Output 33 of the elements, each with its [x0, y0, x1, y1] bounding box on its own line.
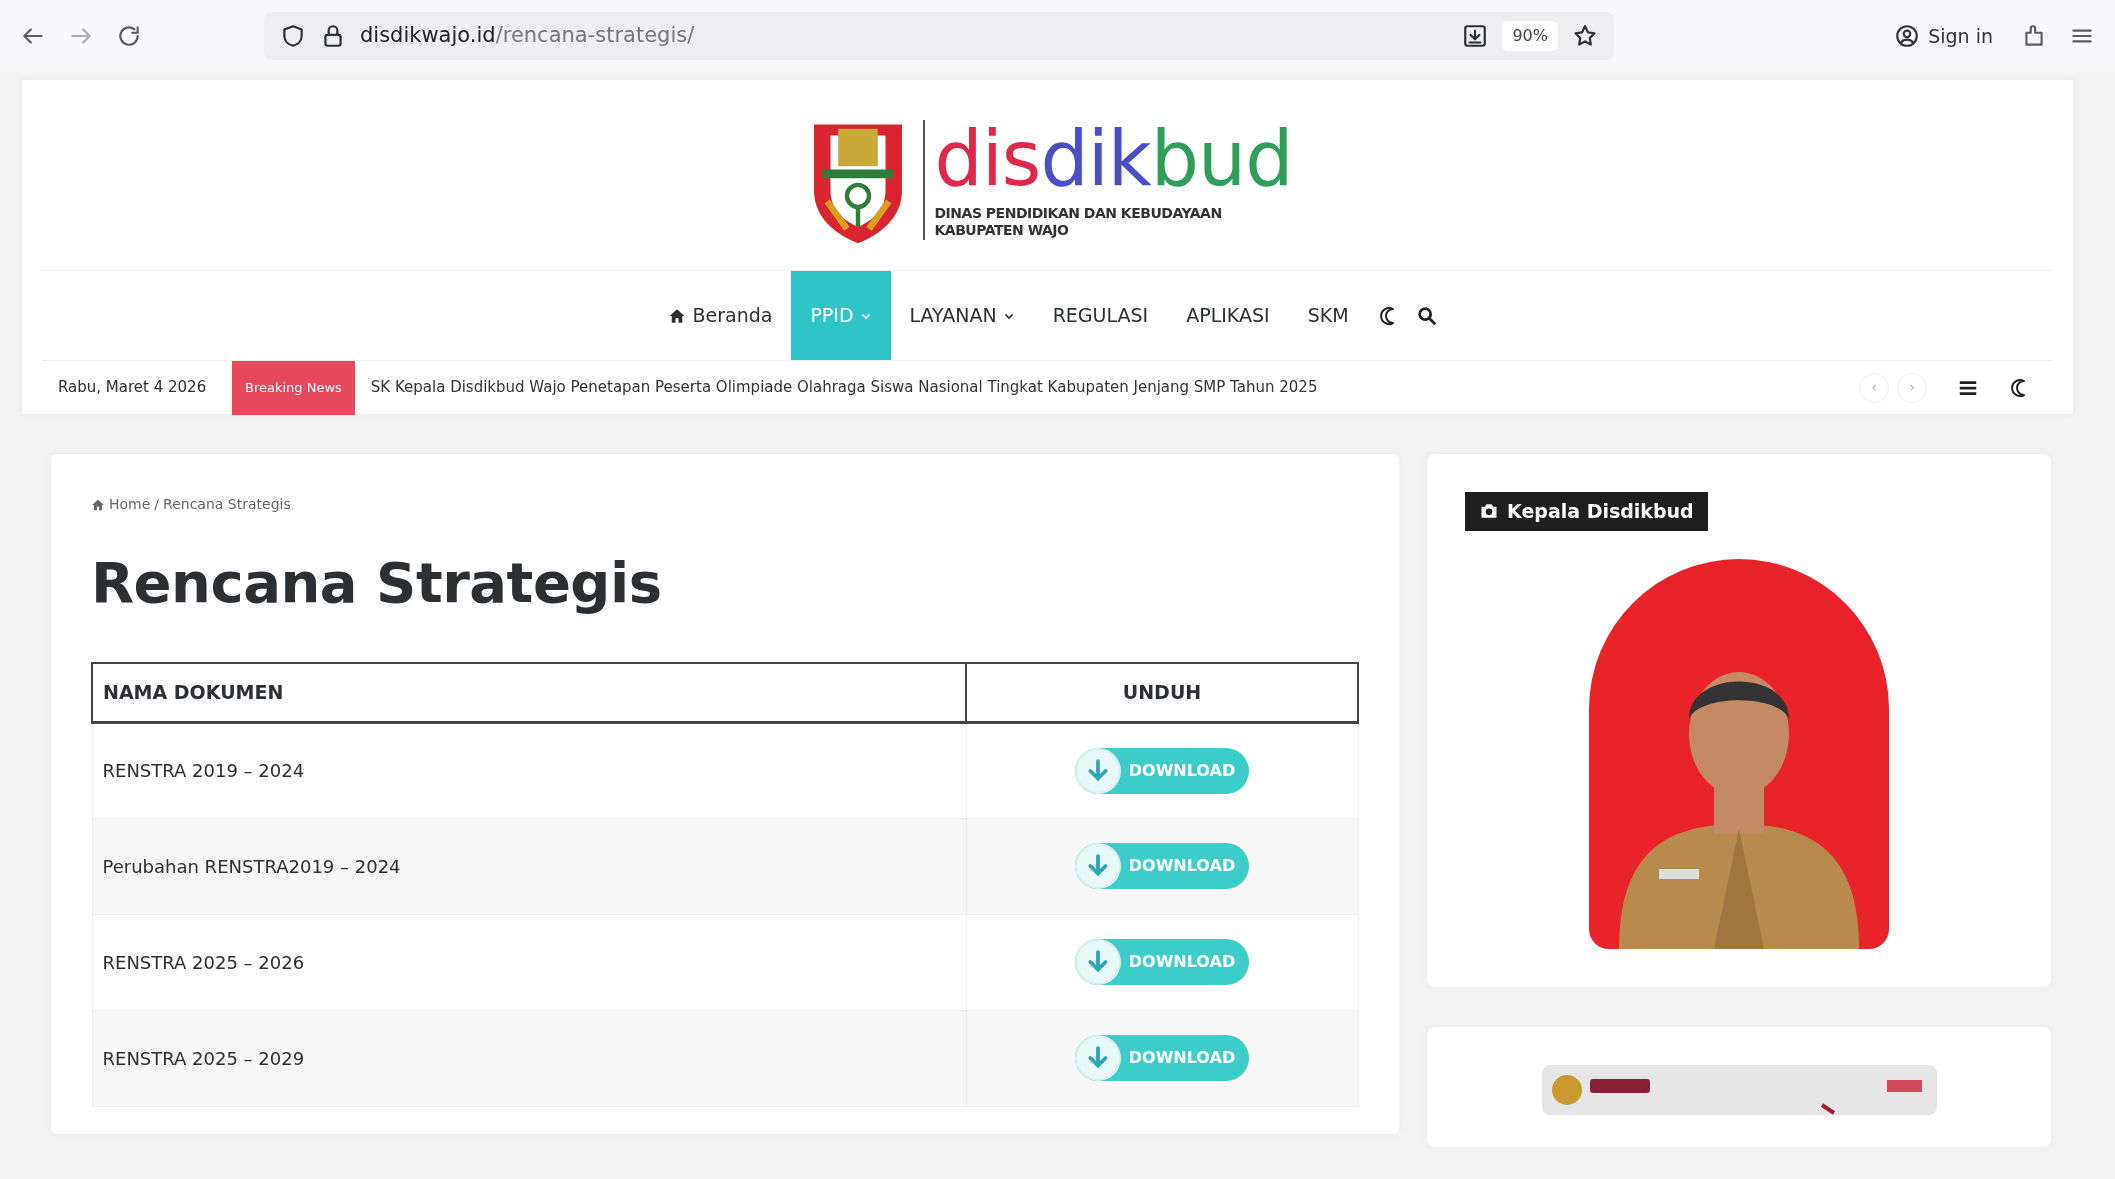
sign-in-button[interactable]: Sign in	[1888, 20, 1999, 52]
page-title: Rencana Strategis	[91, 549, 663, 617]
column-header: NAMA DOKUMEN	[92, 663, 966, 723]
ticker-date: Rabu, Maret 4 2026	[57, 377, 208, 399]
address-bar[interactable]: disdikwajo.id/rencana-strategis/ 90%	[264, 12, 1614, 60]
nav-link[interactable]: LAYANAN	[890, 271, 1034, 360]
table-cell: RENSTRA 2025 – 2029	[92, 1010, 966, 1107]
breadcrumb-link[interactable]: Home	[91, 494, 151, 515]
nav-link[interactable]: REGULASI	[1033, 271, 1168, 360]
star-icon[interactable]	[1572, 23, 1598, 49]
column-header: UNDUH	[966, 663, 1358, 723]
url-text: disdikwajo.id/rencana-strategis/	[360, 22, 696, 50]
nav-link[interactable]: SKM	[1288, 271, 1368, 360]
nav-link[interactable]: Beranda	[649, 271, 792, 360]
shield-icon	[280, 23, 306, 49]
reload-icon	[116, 23, 142, 49]
logo-subtitle: DINAS PENDIDIKAN DAN KEBUDAYAAN KABUPATEN WAJO	[934, 205, 1223, 239]
reload-button[interactable]	[116, 23, 142, 49]
breadcrumb-current: Rencana Strategis	[163, 495, 291, 514]
account-icon	[1894, 23, 1921, 49]
home-icon	[91, 497, 105, 512]
nav-link[interactable]: APLIKASI	[1167, 271, 1289, 360]
download-icon[interactable]	[1462, 23, 1489, 49]
widget-title: Kepala Disdikbud	[1465, 492, 1708, 531]
search-icon	[1415, 304, 1438, 327]
zoom-button[interactable]: 90%	[1502, 21, 1558, 51]
table-cell: RENSTRA 2025 – 2026	[92, 914, 966, 1011]
table-cell: Perubahan RENSTRA2019 – 2024	[92, 818, 966, 915]
logo-wordmark: disdikbud	[934, 121, 1293, 198]
breaking-news-badge: Breaking News	[232, 360, 355, 415]
breadcrumb-separator: /	[154, 495, 160, 514]
ticker-headline[interactable]: SK Kepala Disdikbud Wajo Penetapan Peserta Olimpiade Olahraga Siswa Nasional Tingkat Kabupaten Jenjang SMP Tahun 2025	[354, 376, 1859, 399]
table-cell: RENSTRA 2019 – 2024	[92, 722, 966, 819]
